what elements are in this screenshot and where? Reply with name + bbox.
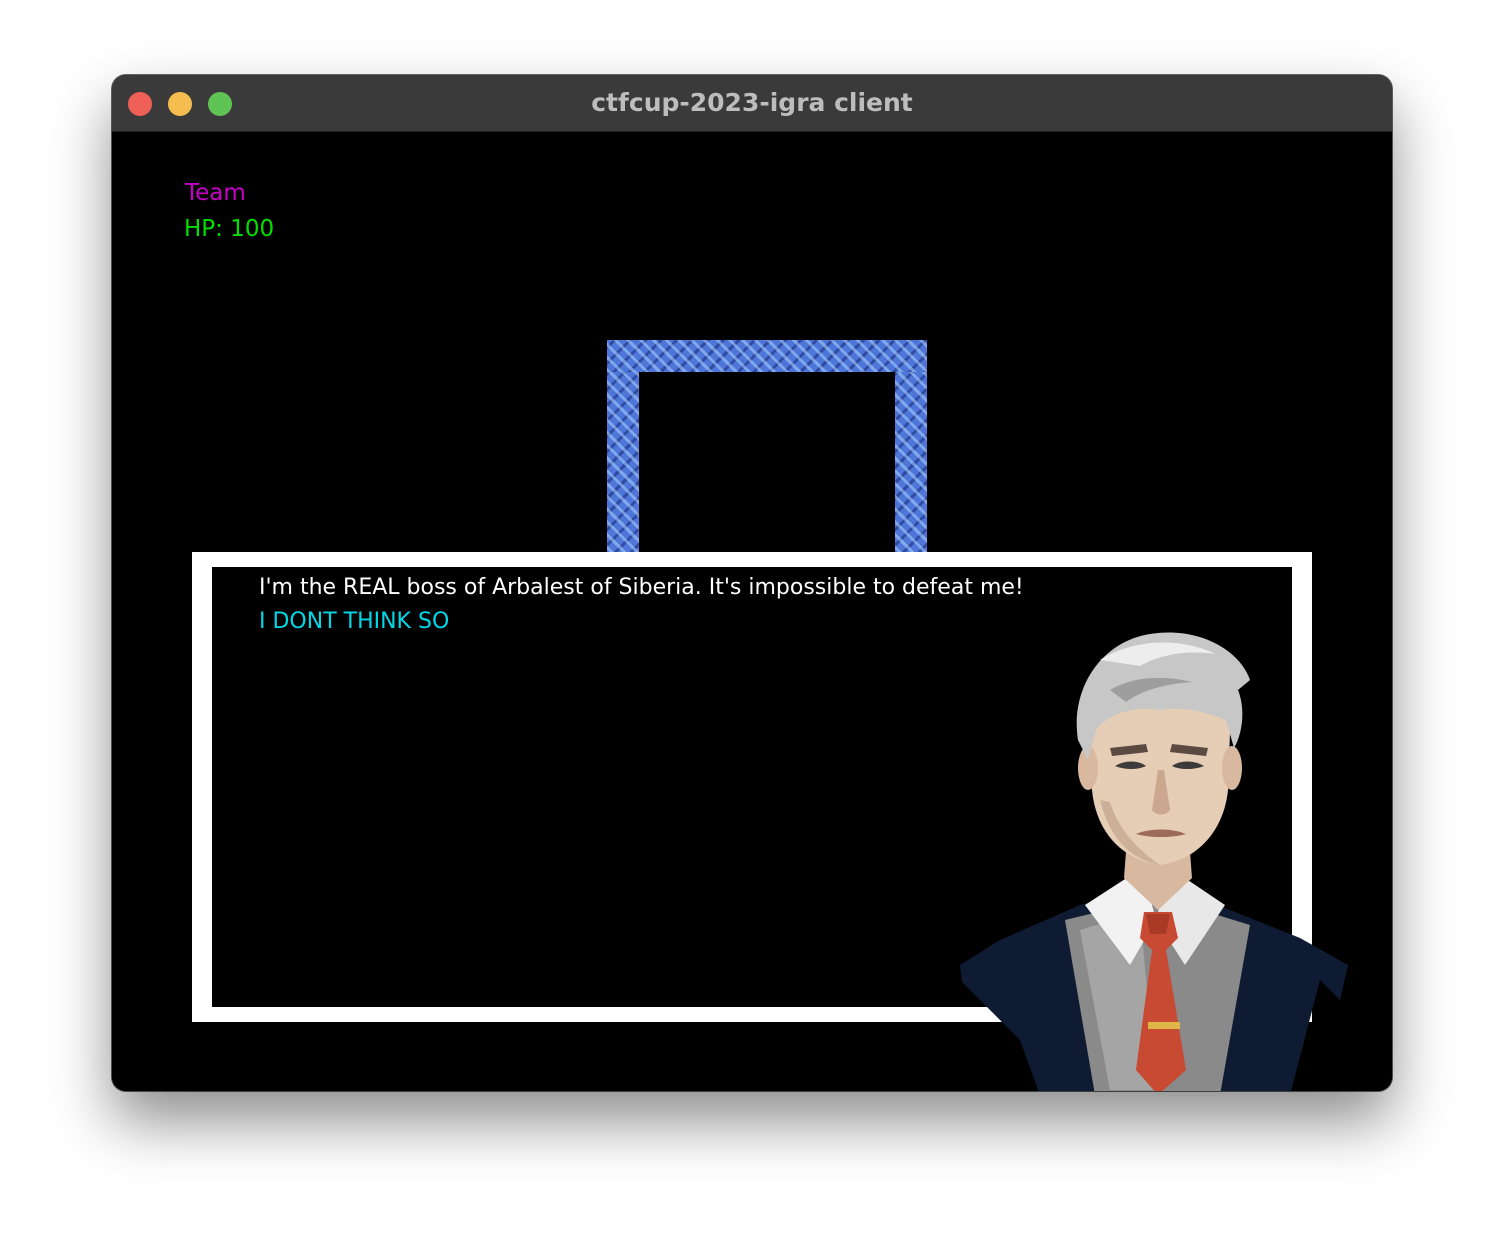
team-label: Team bbox=[185, 180, 246, 206]
hp-counter: HP: 100 bbox=[184, 216, 275, 242]
boss-dialog-text: I'm the REAL boss of Arbalest of Siberia… bbox=[259, 575, 1024, 600]
game-canvas[interactable]: Team HP: 100 I'm the REAL boss of Arbale… bbox=[112, 132, 1392, 1091]
dialog-response-option[interactable]: I DONT THINK SO bbox=[259, 609, 449, 634]
arch-top-wall bbox=[607, 340, 927, 372]
title-bar[interactable]: ctfcup-2023-igra client bbox=[112, 75, 1392, 132]
boss-portrait bbox=[960, 632, 1348, 1091]
app-window: ctfcup-2023-igra client Team HP: 100 I'm… bbox=[112, 75, 1392, 1091]
window-title: ctfcup-2023-igra client bbox=[591, 88, 913, 117]
arch-left-wall bbox=[607, 372, 639, 562]
arch-right-wall bbox=[895, 372, 927, 562]
